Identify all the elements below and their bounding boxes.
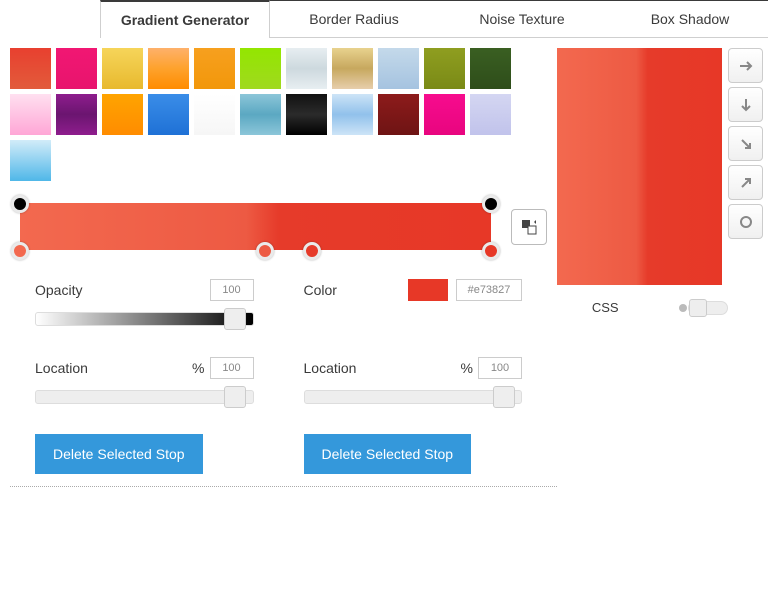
preset-swatch-16[interactable]: [240, 94, 281, 135]
opacity-slider[interactable]: [35, 312, 254, 326]
preset-swatch-22[interactable]: [10, 140, 51, 181]
preset-swatch-0[interactable]: [10, 48, 51, 89]
toggle-thumb[interactable]: [689, 299, 707, 317]
delete-stop-button-right[interactable]: Delete Selected Stop: [304, 434, 472, 474]
preset-swatch-1[interactable]: [56, 48, 97, 89]
location-label-left: Location: [35, 360, 88, 376]
preset-swatch-8[interactable]: [378, 48, 419, 89]
swap-colors-button[interactable]: [511, 209, 547, 245]
tabs: Gradient Generator Border Radius Noise T…: [100, 0, 768, 38]
percent-symbol: %: [192, 360, 204, 376]
color-stop-2[interactable]: [303, 242, 321, 260]
preset-swatch-2[interactable]: [102, 48, 143, 89]
preset-swatches: [10, 48, 547, 181]
preset-swatch-7[interactable]: [332, 48, 373, 89]
gradient-bar[interactable]: [20, 203, 491, 250]
opacity-label: Opacity: [35, 282, 82, 298]
swap-icon: [520, 218, 538, 236]
opacity-stop-1[interactable]: [482, 195, 500, 213]
preset-swatch-14[interactable]: [148, 94, 189, 135]
percent-symbol: %: [461, 360, 473, 376]
preset-swatch-9[interactable]: [424, 48, 465, 89]
arrow-down-icon: [738, 97, 754, 113]
color-stop-1[interactable]: [256, 242, 274, 260]
opacity-slider-thumb[interactable]: [224, 308, 246, 330]
location-slider-left[interactable]: [35, 390, 254, 404]
gradient-preview: [557, 48, 722, 285]
direction-down-button[interactable]: [728, 87, 763, 122]
color-hex-input[interactable]: [456, 279, 522, 301]
opacity-input[interactable]: [210, 279, 254, 301]
preset-swatch-3[interactable]: [148, 48, 189, 89]
direction-diag-down-button[interactable]: [728, 126, 763, 161]
location-input-right[interactable]: [478, 357, 522, 379]
css-toggle[interactable]: [688, 301, 728, 315]
preset-swatch-13[interactable]: [102, 94, 143, 135]
preset-swatch-10[interactable]: [470, 48, 511, 89]
preset-swatch-4[interactable]: [194, 48, 235, 89]
tab-box-shadow[interactable]: Box Shadow: [606, 1, 768, 38]
css-label: CSS: [592, 300, 619, 315]
tab-border-radius[interactable]: Border Radius: [270, 1, 438, 38]
preset-swatch-15[interactable]: [194, 94, 235, 135]
tab-gradient-generator[interactable]: Gradient Generator: [100, 0, 270, 38]
location-label-right: Location: [304, 360, 357, 376]
preset-swatch-12[interactable]: [56, 94, 97, 135]
preset-swatch-21[interactable]: [470, 94, 511, 135]
tab-noise-texture[interactable]: Noise Texture: [438, 1, 606, 38]
preset-swatch-18[interactable]: [332, 94, 373, 135]
gradient-editor: [10, 203, 501, 250]
arrow-right-icon: [738, 58, 754, 74]
preset-swatch-20[interactable]: [424, 94, 465, 135]
direction-diag-up-button[interactable]: [728, 165, 763, 200]
color-swatch[interactable]: [408, 279, 448, 301]
color-stop-3[interactable]: [482, 242, 500, 260]
delete-stop-button-left[interactable]: Delete Selected Stop: [35, 434, 203, 474]
location-slider-thumb-right[interactable]: [493, 386, 515, 408]
color-label: Color: [304, 282, 337, 298]
direction-radial-button[interactable]: [728, 204, 763, 239]
location-slider-right[interactable]: [304, 390, 523, 404]
color-stop-0[interactable]: [11, 242, 29, 260]
arrow-diag-up-icon: [738, 175, 754, 191]
circle-icon: [738, 214, 754, 230]
preset-swatch-17[interactable]: [286, 94, 327, 135]
arrow-diag-down-icon: [738, 136, 754, 152]
preset-swatch-5[interactable]: [240, 48, 281, 89]
toggle-indicator: [679, 304, 687, 312]
preset-swatch-11[interactable]: [10, 94, 51, 135]
opacity-stop-0[interactable]: [11, 195, 29, 213]
location-input-left[interactable]: [210, 357, 254, 379]
location-slider-thumb-left[interactable]: [224, 386, 246, 408]
preset-swatch-6[interactable]: [286, 48, 327, 89]
preset-swatch-19[interactable]: [378, 94, 419, 135]
direction-right-button[interactable]: [728, 48, 763, 83]
